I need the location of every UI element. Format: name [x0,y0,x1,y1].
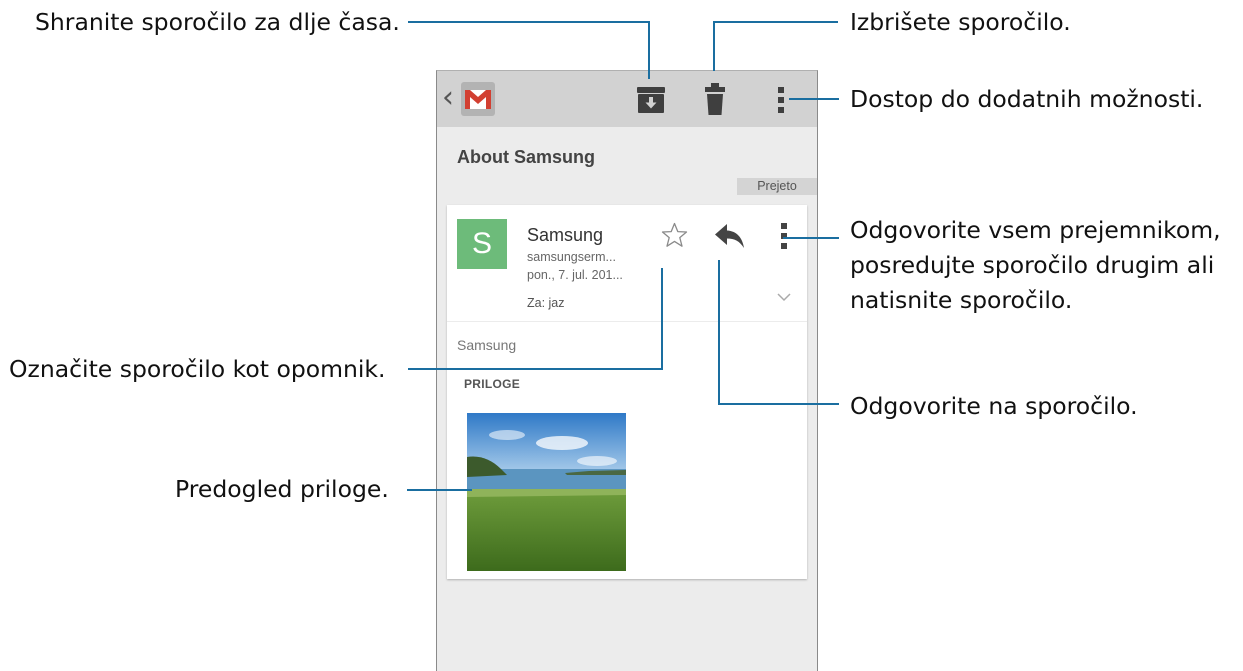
reply-icon[interactable] [715,223,745,249]
message-date: pon., 7. jul. 201... [527,268,623,282]
leader-preview [407,489,472,491]
callout-more-options: Dostop do dodatnih možnosti. [850,85,1204,113]
leader-delete-h [713,21,838,23]
chevron-down-icon[interactable] [777,293,791,302]
gmail-icon[interactable] [461,82,495,116]
message-overflow-icon[interactable] [781,223,787,249]
trash-icon[interactable] [705,83,725,115]
email-subject: About Samsung [457,147,595,167]
label-badge[interactable]: Prejeto [737,178,817,195]
leader-reply-v [718,260,720,405]
sender-email: samsungserm... [527,250,616,264]
leader-archive [408,21,650,23]
attachment-thumbnail[interactable] [467,413,626,571]
message-card: S Samsung samsungserm... pon., 7. jul. 2… [447,205,807,579]
message-body: Samsung [457,337,517,353]
star-icon[interactable] [661,222,688,248]
recipient: Za: jaz [527,296,565,310]
leader-more [789,98,839,100]
email-screen: ‹ About Samsung Prejeto S Samsung samsun… [436,70,818,671]
action-bar: ‹ [437,71,817,127]
leader-star-h [408,368,663,370]
attachments-header: PRILOGE [464,377,521,391]
callout-reply-all-2: posredujte sporočilo drugim ali [850,251,1215,279]
back-icon[interactable]: ‹ [442,80,454,115]
leader-delete [713,21,715,71]
callout-reply: Odgovorite na sporočilo. [850,392,1138,420]
callout-archive: Shranite sporočilo za dlje časa. [35,8,400,36]
callout-delete: Izbrišete sporočilo. [850,8,1071,36]
avatar: S [457,219,507,269]
leader-archive-drop [648,21,650,79]
overflow-menu-icon[interactable] [778,87,784,113]
leader-reply-all [783,237,839,239]
callout-reply-all-1: Odgovorite vsem prejemnikom, [850,216,1221,244]
archive-icon[interactable] [637,87,665,113]
leader-reply-h [718,403,839,405]
message-header[interactable]: S Samsung samsungserm... pon., 7. jul. 2… [447,205,807,322]
callout-star: Označite sporočilo kot opomnik. [9,355,386,383]
callout-reply-all-3: natisnite sporočilo. [850,286,1073,314]
leader-star-v [661,268,663,370]
sender-name: Samsung [527,225,604,245]
callout-preview: Predogled priloge. [175,475,389,503]
